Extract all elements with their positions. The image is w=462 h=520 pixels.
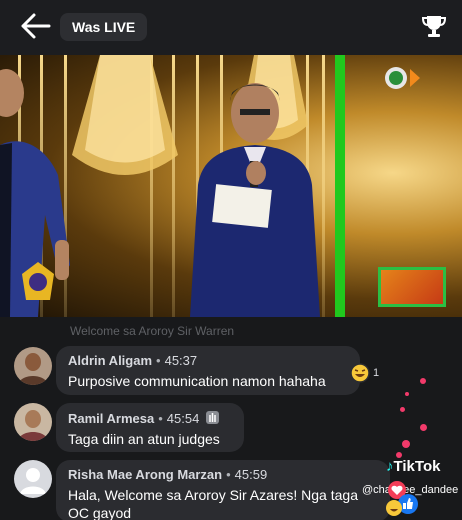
- top-bar: Was LIVE: [0, 0, 462, 55]
- clap-emoji-icon: [205, 411, 219, 424]
- avatar[interactable]: [14, 403, 52, 441]
- haha-reaction-icon: [386, 500, 402, 516]
- arrow-left-icon[interactable]: [20, 12, 52, 40]
- faded-comment: Welcome sa Aroroy Sir Warren: [70, 324, 235, 338]
- station-logo: [385, 67, 420, 89]
- separator-dot: •: [156, 353, 161, 368]
- tiktok-watermark: ♪TikTok: [386, 458, 441, 475]
- separator-dot: •: [226, 467, 231, 482]
- separator-dot: •: [158, 411, 163, 426]
- event-logo: [22, 262, 54, 300]
- video-player[interactable]: [0, 55, 462, 317]
- host-person: [190, 83, 320, 317]
- floating-heart: [405, 392, 409, 396]
- comment-time: 45:37: [164, 353, 198, 368]
- trophy-icon[interactable]: [420, 12, 448, 40]
- floating-heart: [420, 378, 426, 384]
- floating-heart: [400, 407, 405, 412]
- comment-bubble[interactable]: Aldrin Aligam • 45:37 Purposive communicat…: [56, 346, 360, 395]
- comment-bubble[interactable]: Ramil Armesa • 45:54 Taga diin an atun jud…: [56, 403, 244, 452]
- floating-heart: [402, 440, 410, 448]
- sponsor-logo: [378, 267, 446, 307]
- commenter-name[interactable]: Ramil Armesa: [68, 411, 154, 426]
- page-title: Was LIVE: [60, 13, 148, 41]
- comment-text: Taga diin an atun judges: [68, 431, 220, 447]
- comment-text: Hala, Welcome sa Aroroy Sir Azares! Nga …: [68, 487, 358, 520]
- comment-time: 45:59: [234, 467, 268, 482]
- commenter-name[interactable]: Risha Mae Arong Marzan: [68, 467, 222, 482]
- chandelier-left: [72, 55, 178, 175]
- green-border: [335, 55, 345, 317]
- comment-time: 45:54: [166, 411, 200, 426]
- comment-bubble[interactable]: Risha Mae Arong Marzan • 45:59 Hala, Welco…: [56, 460, 390, 520]
- comment-text: Purposive communication namon hahaha: [68, 373, 326, 389]
- haha-reaction-icon[interactable]: [350, 363, 370, 383]
- tiktok-logo-icon: ♪: [386, 458, 394, 475]
- floating-heart: [420, 424, 427, 431]
- avatar[interactable]: [14, 460, 52, 498]
- reaction-count: 1: [373, 367, 380, 379]
- commenter-name[interactable]: Aldrin Aligam: [68, 353, 152, 368]
- avatar[interactable]: [14, 347, 52, 385]
